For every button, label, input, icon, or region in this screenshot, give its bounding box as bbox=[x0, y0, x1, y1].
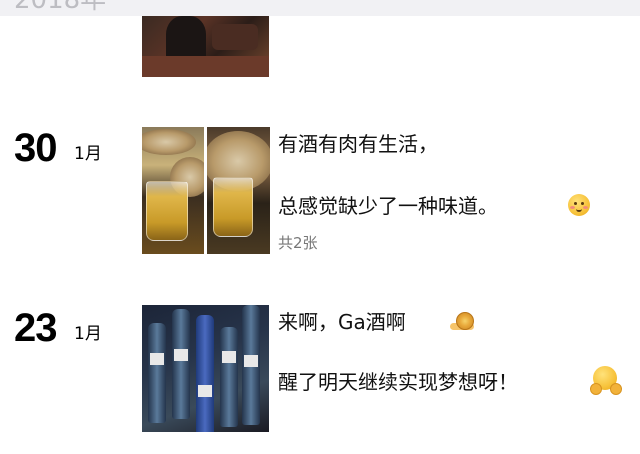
previous-post-photo[interactable] bbox=[142, 16, 269, 77]
year-header: 2018年 bbox=[0, 0, 640, 16]
smiling-blush-emoji-icon bbox=[568, 194, 590, 216]
post-photo-2[interactable] bbox=[207, 127, 270, 254]
post-photo[interactable] bbox=[142, 305, 269, 432]
post-month: 1月 bbox=[74, 144, 102, 164]
post-text-line: 有酒有肉有生活， bbox=[278, 132, 438, 156]
photo-count: 共2张 bbox=[278, 234, 318, 252]
post-photo-1[interactable] bbox=[142, 127, 204, 254]
year-label: 2018年 bbox=[14, 0, 107, 15]
post-day: 30 bbox=[14, 126, 57, 170]
post-text-line: 醒了明天继续实现梦想呀！ bbox=[278, 370, 518, 394]
post-text-line: 总感觉缺少了一种味道。 bbox=[278, 194, 498, 218]
post-day: 23 bbox=[14, 306, 57, 350]
hugging-face-emoji-icon bbox=[590, 366, 622, 396]
post-month: 1月 bbox=[74, 324, 102, 344]
snail-emoji-icon bbox=[450, 312, 474, 330]
post-text-line: 来啊，Ga酒啊 bbox=[278, 310, 406, 334]
